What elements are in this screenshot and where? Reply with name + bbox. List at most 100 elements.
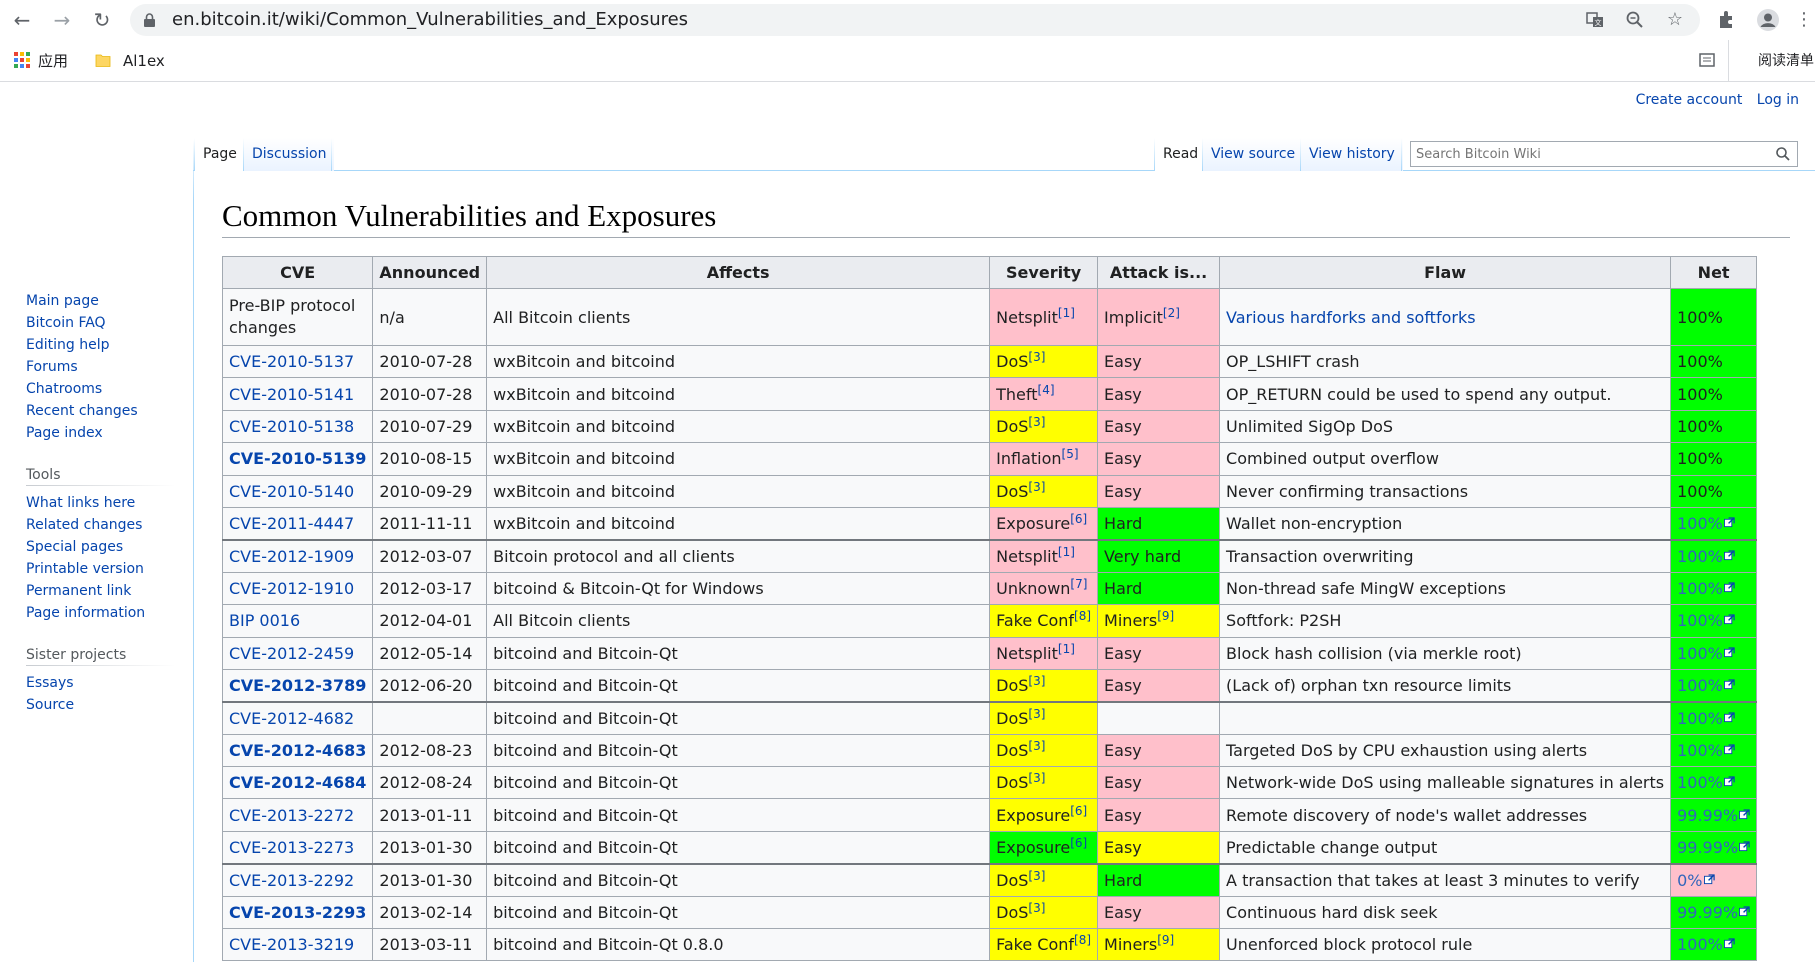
sidebar-item-bitcoin-faq[interactable]: Bitcoin FAQ — [26, 312, 176, 334]
sidebar-item-permanent-link[interactable]: Permanent link — [26, 580, 176, 602]
bookmark-apps[interactable]: 应用 — [14, 40, 68, 82]
net-support-link[interactable]: 100% — [1677, 935, 1735, 954]
reference-link[interactable]: [3] — [1028, 771, 1045, 785]
cve-link[interactable]: CVE-2012-3789 — [229, 676, 366, 695]
tab-view-source-label[interactable]: View source — [1211, 146, 1295, 162]
sidebar-item-related-changes[interactable]: Related changes — [26, 514, 176, 536]
flaw-link[interactable]: Various hardforks and softforks — [1226, 308, 1476, 327]
reload-icon[interactable]: ↻ — [90, 8, 114, 32]
sidebar-item-special-pages[interactable]: Special pages — [26, 536, 176, 558]
sidebar-item-page-index[interactable]: Page index — [26, 422, 176, 444]
cve-link[interactable]: CVE-2013-2273 — [229, 838, 354, 857]
reference-link[interactable]: [1] — [1058, 545, 1075, 559]
cve-link[interactable]: CVE-2013-2272 — [229, 806, 354, 825]
net-support-link[interactable]: 100% — [1677, 514, 1735, 533]
reference-link[interactable]: [1] — [1058, 642, 1075, 656]
tab-view-history-label[interactable]: View history — [1309, 146, 1395, 162]
tab-discussion-label[interactable]: Discussion — [252, 146, 326, 162]
cve-link[interactable]: CVE-2010-5140 — [229, 482, 354, 501]
reference-link[interactable]: [4] — [1038, 383, 1055, 397]
cve-link[interactable]: CVE-2010-5138 — [229, 417, 354, 436]
net-support-link[interactable]: 100% — [1677, 773, 1735, 792]
reference-link[interactable]: [2] — [1163, 306, 1180, 320]
tab-view-history[interactable]: View history — [1301, 138, 1403, 171]
forward-arrow-icon[interactable]: → — [50, 8, 74, 32]
net-support-link[interactable]: 100% — [1677, 547, 1735, 566]
reference-link[interactable]: [9] — [1157, 933, 1174, 947]
cve-link[interactable]: CVE-2013-2292 — [229, 871, 354, 890]
reference-link[interactable]: [3] — [1028, 707, 1045, 721]
cve-link[interactable]: CVE-2010-5141 — [229, 385, 354, 404]
profile-avatar-icon[interactable] — [1756, 8, 1780, 32]
reading-list-label[interactable]: 阅读清单 — [1758, 40, 1814, 82]
url-text[interactable]: en.bitcoin.it/wiki/Common_Vulnerabilitie… — [172, 4, 688, 36]
create-account-link[interactable]: Create account — [1636, 92, 1743, 108]
zoom-icon[interactable] — [1625, 10, 1645, 30]
sidebar-item-printable-version[interactable]: Printable version — [26, 558, 176, 580]
column-header-flaw: Flaw — [1219, 256, 1672, 289]
net-support-link[interactable]: 100% — [1677, 644, 1735, 663]
cve-link[interactable]: CVE-2013-2293 — [229, 903, 366, 922]
net-support-link[interactable]: 100% — [1677, 611, 1735, 630]
reference-link[interactable]: [3] — [1028, 350, 1045, 364]
reference-link[interactable]: [9] — [1157, 609, 1174, 623]
reference-link[interactable]: [6] — [1070, 836, 1087, 850]
tab-discussion[interactable]: Discussion — [244, 138, 335, 171]
net-support-link[interactable]: 99.99% — [1677, 838, 1750, 857]
search-input[interactable] — [1411, 142, 1761, 166]
bookmark-al1ex[interactable]: Al1ex — [95, 40, 165, 82]
cve-link[interactable]: CVE-2010-5139 — [229, 449, 366, 468]
sidebar-item-recent-changes[interactable]: Recent changes — [26, 400, 176, 422]
reference-link[interactable]: [3] — [1028, 480, 1045, 494]
cve-link[interactable]: CVE-2012-1910 — [229, 579, 354, 598]
net-support-link[interactable]: 100% — [1677, 579, 1735, 598]
sidebar-item-editing-help[interactable]: Editing help — [26, 334, 176, 356]
sidebar-item-main-page[interactable]: Main page — [26, 290, 176, 312]
reference-link[interactable]: [6] — [1070, 804, 1087, 818]
reference-link[interactable]: [3] — [1028, 901, 1045, 915]
extensions-icon[interactable] — [1715, 8, 1739, 32]
log-in-link[interactable]: Log in — [1757, 92, 1799, 108]
net-support-link[interactable]: 0% — [1677, 871, 1715, 890]
reference-link[interactable]: [5] — [1062, 447, 1079, 461]
cve-link[interactable]: BIP 0016 — [229, 611, 300, 630]
net-support-link[interactable]: 100% — [1677, 741, 1735, 760]
net-support-link[interactable]: 99.99% — [1677, 806, 1750, 825]
reference-link[interactable]: [3] — [1028, 415, 1045, 429]
sidebar-item-what-links-here[interactable]: What links here — [26, 492, 176, 514]
reference-link[interactable]: [3] — [1028, 674, 1045, 688]
tab-read[interactable]: Read — [1155, 138, 1207, 172]
net-support-link[interactable]: 99.99% — [1677, 903, 1750, 922]
tab-view-source[interactable]: View source — [1203, 138, 1304, 171]
reference-link[interactable]: [3] — [1028, 739, 1045, 753]
reference-link[interactable]: [6] — [1070, 512, 1087, 526]
net-support-link[interactable]: 100% — [1677, 676, 1735, 695]
cve-link[interactable]: CVE-2012-4682 — [229, 709, 354, 728]
cve-link[interactable]: CVE-2011-4447 — [229, 514, 354, 533]
cve-link[interactable]: CVE-2012-1909 — [229, 547, 354, 566]
sidebar-item-page-information[interactable]: Page information — [26, 602, 176, 624]
sidebar-item-essays[interactable]: Essays — [26, 672, 176, 694]
translate-icon[interactable]: 文 — [1585, 10, 1605, 30]
bookmark-star-icon[interactable]: ☆ — [1665, 10, 1685, 30]
reference-link[interactable]: [7] — [1070, 577, 1087, 591]
cve-link[interactable]: CVE-2012-4683 — [229, 741, 366, 760]
sidebar-item-chatrooms[interactable]: Chatrooms — [26, 378, 176, 400]
tab-page[interactable]: Page — [195, 138, 245, 172]
back-arrow-icon[interactable]: ← — [10, 8, 34, 32]
reference-link[interactable]: [8] — [1074, 933, 1091, 947]
reading-list[interactable] — [1699, 40, 1753, 82]
reference-link[interactable]: [1] — [1058, 306, 1075, 320]
cve-link[interactable]: CVE-2012-4684 — [229, 773, 366, 792]
sidebar-item-source[interactable]: Source — [26, 694, 176, 716]
sidebar-item-forums[interactable]: Forums — [26, 356, 176, 378]
cve-link[interactable]: CVE-2013-3219 — [229, 935, 354, 954]
reference-link[interactable]: [8] — [1074, 609, 1091, 623]
cve-link[interactable]: CVE-2012-2459 — [229, 644, 354, 663]
menu-kebab-icon[interactable]: ⋮ — [1792, 8, 1815, 32]
cve-link[interactable]: CVE-2010-5137 — [229, 352, 354, 371]
reference-link[interactable]: [3] — [1028, 869, 1045, 883]
address-bar[interactable]: en.bitcoin.it/wiki/Common_Vulnerabilitie… — [130, 4, 1700, 36]
net-support-link[interactable]: 100% — [1677, 709, 1735, 728]
search-icon[interactable] — [1775, 146, 1791, 162]
